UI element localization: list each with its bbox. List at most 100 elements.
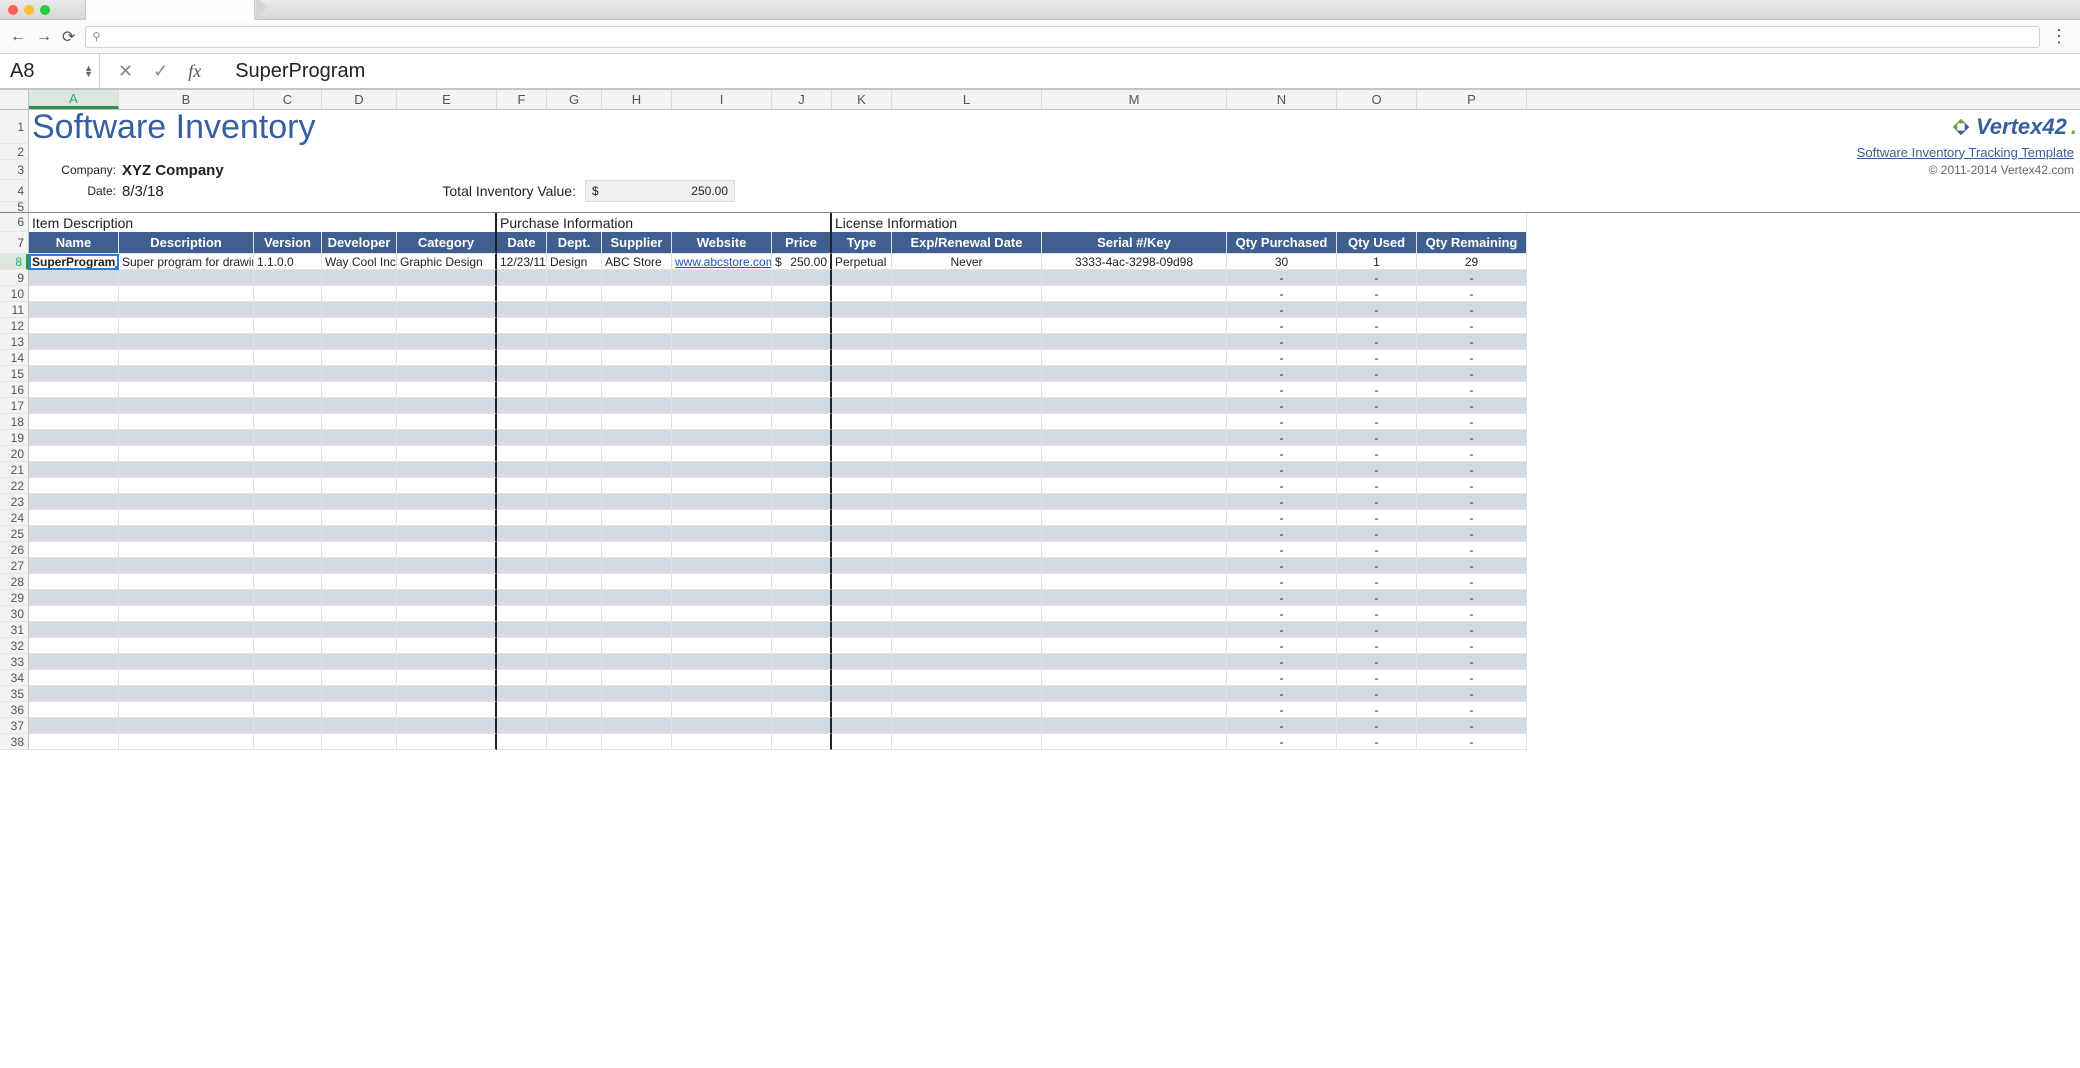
table-cell[interactable]: [547, 734, 602, 750]
table-cell[interactable]: [1042, 590, 1227, 606]
row-header[interactable]: 26: [0, 542, 29, 558]
table-cell[interactable]: [397, 494, 497, 510]
table-cell[interactable]: [322, 462, 397, 478]
table-cell[interactable]: [497, 430, 547, 446]
table-cell[interactable]: [254, 606, 322, 622]
table-cell[interactable]: [602, 606, 672, 622]
table-cell[interactable]: [672, 446, 772, 462]
table-cell[interactable]: [397, 702, 497, 718]
browser-tab[interactable]: [85, 0, 255, 20]
table-cell[interactable]: [672, 590, 772, 606]
table-cell[interactable]: [497, 558, 547, 574]
table-cell[interactable]: -: [1227, 686, 1337, 702]
table-cell[interactable]: [322, 702, 397, 718]
table-cell[interactable]: Perpetual: [832, 254, 892, 270]
fx-icon[interactable]: fx: [188, 61, 201, 82]
table-cell[interactable]: -: [1337, 574, 1417, 590]
table-cell[interactable]: [29, 430, 119, 446]
table-cell[interactable]: [119, 430, 254, 446]
table-cell[interactable]: SuperProgram: [29, 254, 119, 270]
row-header[interactable]: 24: [0, 510, 29, 526]
table-cell[interactable]: [547, 398, 602, 414]
table-cell[interactable]: -: [1417, 478, 1527, 494]
table-cell[interactable]: -: [1417, 494, 1527, 510]
table-cell[interactable]: [772, 302, 832, 318]
table-cell[interactable]: [397, 686, 497, 702]
table-cell[interactable]: [119, 718, 254, 734]
table-cell[interactable]: [397, 622, 497, 638]
table-cell[interactable]: [832, 734, 892, 750]
table-cell[interactable]: [397, 430, 497, 446]
table-cell[interactable]: [322, 638, 397, 654]
table-cell[interactable]: -: [1417, 318, 1527, 334]
table-cell[interactable]: [772, 542, 832, 558]
table-cell[interactable]: [322, 366, 397, 382]
table-cell[interactable]: [119, 446, 254, 462]
table-cell[interactable]: [832, 302, 892, 318]
table-cell[interactable]: [892, 366, 1042, 382]
table-cell[interactable]: [119, 334, 254, 350]
table-cell[interactable]: [119, 302, 254, 318]
column-header[interactable]: L: [892, 90, 1042, 109]
table-cell[interactable]: [29, 622, 119, 638]
table-cell[interactable]: [322, 574, 397, 590]
table-cell[interactable]: [119, 350, 254, 366]
table-cell[interactable]: [832, 622, 892, 638]
table-cell[interactable]: -: [1227, 590, 1337, 606]
table-cell[interactable]: [772, 574, 832, 590]
table-cell[interactable]: [397, 270, 497, 286]
table-cell[interactable]: [892, 718, 1042, 734]
table-cell[interactable]: [29, 718, 119, 734]
table-cell[interactable]: [497, 462, 547, 478]
table-cell[interactable]: [397, 334, 497, 350]
table-cell[interactable]: [29, 526, 119, 542]
table-cell[interactable]: [772, 350, 832, 366]
table-cell[interactable]: [29, 558, 119, 574]
table-cell[interactable]: [547, 702, 602, 718]
table-cell[interactable]: [602, 734, 672, 750]
table-cell[interactable]: -: [1337, 718, 1417, 734]
table-cell[interactable]: [1042, 734, 1227, 750]
table-cell[interactable]: [832, 702, 892, 718]
table-cell[interactable]: [29, 702, 119, 718]
table-cell[interactable]: [29, 366, 119, 382]
table-cell[interactable]: Never: [892, 254, 1042, 270]
table-cell[interactable]: -: [1417, 574, 1527, 590]
table-cell[interactable]: [254, 446, 322, 462]
table-cell[interactable]: -: [1227, 574, 1337, 590]
table-column-header[interactable]: Dept.: [547, 232, 602, 254]
table-cell[interactable]: [832, 558, 892, 574]
table-cell[interactable]: [602, 542, 672, 558]
table-cell[interactable]: [119, 270, 254, 286]
table-cell[interactable]: [322, 558, 397, 574]
table-cell[interactable]: [322, 494, 397, 510]
column-header[interactable]: M: [1042, 90, 1227, 109]
table-cell[interactable]: -: [1337, 382, 1417, 398]
table-cell[interactable]: [547, 366, 602, 382]
table-cell[interactable]: [892, 542, 1042, 558]
table-column-header[interactable]: Version: [254, 232, 322, 254]
table-cell[interactable]: [497, 606, 547, 622]
row-header[interactable]: 17: [0, 398, 29, 414]
table-cell[interactable]: -: [1337, 270, 1417, 286]
table-column-header[interactable]: Qty Purchased: [1227, 232, 1337, 254]
table-cell[interactable]: [832, 382, 892, 398]
table-cell[interactable]: [119, 654, 254, 670]
table-cell[interactable]: -: [1417, 286, 1527, 302]
table-cell[interactable]: [29, 654, 119, 670]
table-cell[interactable]: [602, 670, 672, 686]
table-cell[interactable]: -: [1227, 606, 1337, 622]
table-cell[interactable]: [772, 590, 832, 606]
table-cell[interactable]: [892, 462, 1042, 478]
table-cell[interactable]: [397, 654, 497, 670]
forward-button[interactable]: →: [36, 28, 52, 46]
table-cell[interactable]: [119, 590, 254, 606]
table-cell[interactable]: [772, 654, 832, 670]
table-cell[interactable]: -: [1227, 670, 1337, 686]
table-cell[interactable]: [254, 542, 322, 558]
table-cell[interactable]: [1042, 270, 1227, 286]
table-cell[interactable]: [29, 574, 119, 590]
table-cell[interactable]: [832, 654, 892, 670]
table-cell[interactable]: [1042, 510, 1227, 526]
column-header[interactable]: H: [602, 90, 672, 109]
